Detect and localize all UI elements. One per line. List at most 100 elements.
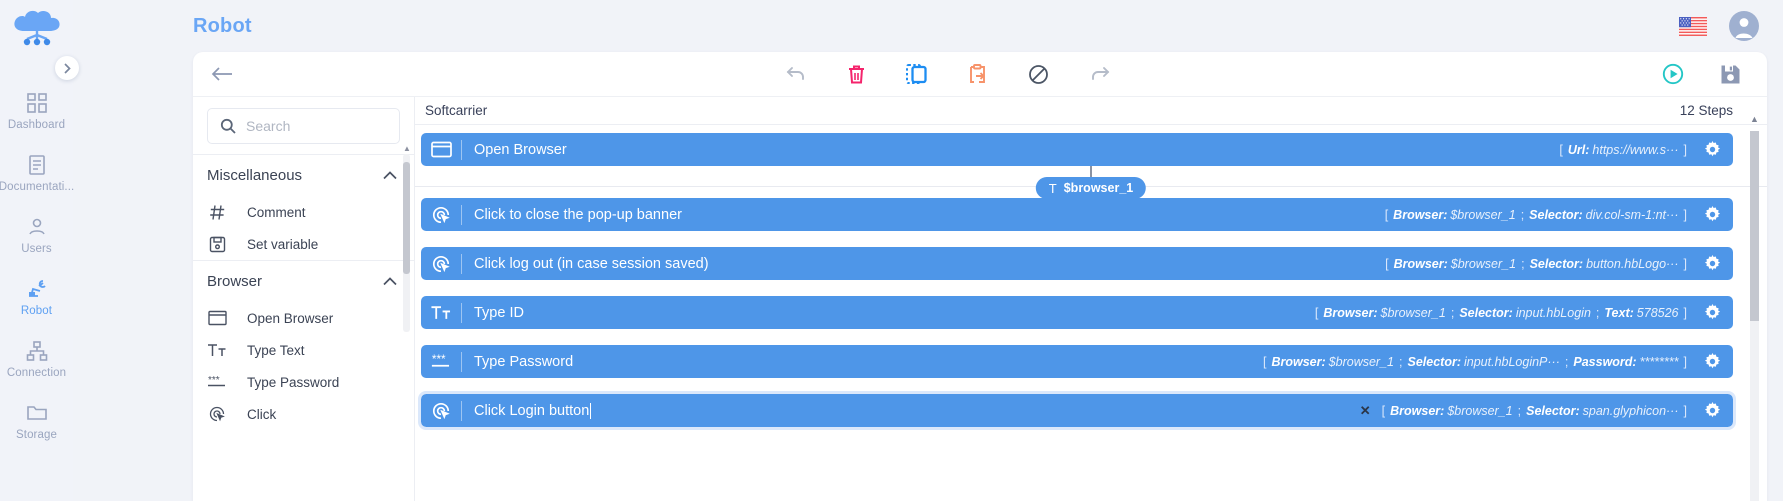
step-row: Type ID [ Browser: $browser_1 ; Selector… bbox=[415, 296, 1767, 329]
step-settings-gear-icon[interactable] bbox=[1699, 402, 1725, 419]
svg-text:***: *** bbox=[432, 354, 446, 366]
save-button[interactable] bbox=[1720, 64, 1741, 85]
main-column: Robot Search Miscellaneous Comment Set v… bbox=[73, 0, 1783, 501]
top-header: Robot bbox=[73, 0, 1783, 52]
delete-button[interactable] bbox=[847, 64, 866, 85]
type-password-icon: *** bbox=[207, 375, 227, 389]
robot-editor-card: Miscellaneous Comment bbox=[193, 52, 1767, 501]
palette-group-title: Browser bbox=[207, 273, 263, 290]
sidebar-item-label: Dashboard bbox=[7, 118, 66, 131]
user-avatar-icon bbox=[1735, 18, 1753, 38]
meta-bracket-open: [ bbox=[1381, 403, 1386, 418]
meta-separator: ; bbox=[1564, 354, 1569, 369]
variable-badge[interactable]: T $browser_1 bbox=[1035, 177, 1147, 199]
click-target-icon bbox=[421, 401, 461, 421]
step-settings-gear-icon[interactable] bbox=[1699, 353, 1725, 370]
sidebar-expand-button[interactable] bbox=[55, 56, 79, 80]
step-settings-gear-icon[interactable] bbox=[1699, 141, 1725, 158]
hash-icon bbox=[207, 204, 227, 221]
meta-bracket-open: [ bbox=[1559, 142, 1563, 157]
redo-button[interactable] bbox=[1089, 65, 1111, 83]
meta-bracket-open: [ bbox=[1314, 305, 1319, 320]
sidebar-nav: Dashboard Documentati... Users Robot Con… bbox=[0, 0, 79, 501]
us-flag-icon[interactable] bbox=[1679, 16, 1707, 36]
meta-key: Selector: bbox=[1529, 256, 1584, 271]
step-click-close-banner[interactable]: Click to close the pop-up banner [ Brows… bbox=[421, 198, 1733, 231]
canvas-scrollbar-thumb[interactable] bbox=[1750, 131, 1759, 321]
scroll-up-arrow-icon[interactable]: ▲ bbox=[403, 144, 411, 153]
step-type-id[interactable]: Type ID [ Browser: $browser_1 ; Selector… bbox=[421, 296, 1733, 329]
steps-count: 12 Steps bbox=[1679, 103, 1733, 118]
step-label: Type Password bbox=[474, 353, 574, 370]
paste-button[interactable] bbox=[967, 63, 988, 85]
meta-bracket-close: ] bbox=[1683, 354, 1687, 369]
meta-key: Selector: bbox=[1459, 305, 1513, 320]
meta-key: Browser: bbox=[1271, 354, 1326, 369]
meta-value: 578526 bbox=[1636, 305, 1679, 320]
sidebar-item-users[interactable]: Users bbox=[0, 204, 73, 266]
copy-button[interactable] bbox=[905, 63, 927, 85]
palette-item-comment[interactable]: Comment bbox=[193, 196, 414, 228]
step-settings-gear-icon[interactable] bbox=[1699, 206, 1725, 223]
scroll-up-arrow-icon[interactable]: ▲ bbox=[1750, 114, 1759, 124]
toolbar-right-actions bbox=[1662, 63, 1741, 85]
sidebar-item-label: Robot bbox=[20, 304, 53, 317]
search-icon bbox=[220, 118, 236, 134]
meta-value: div.col-sm-1:nt··· bbox=[1585, 207, 1679, 222]
step-meta: [ Browser: $browser_1 ; Selector: input.… bbox=[1261, 355, 1699, 369]
step-marker-icon: ✕ bbox=[1359, 402, 1371, 418]
search-input[interactable] bbox=[246, 118, 387, 134]
palette-item-type-text[interactable]: Type Text bbox=[193, 334, 414, 366]
sidebar-item-robot[interactable]: Robot bbox=[0, 266, 73, 328]
variable-type-icon: T bbox=[1048, 180, 1057, 196]
browser-window-icon bbox=[421, 141, 461, 158]
step-click-log-out[interactable]: Click log out (in case session saved) [ … bbox=[421, 247, 1733, 280]
palette-item-type-password[interactable]: *** Type Password bbox=[193, 366, 414, 398]
palette-item-open-browser[interactable]: Open Browser bbox=[193, 302, 414, 334]
type-password-icon: *** bbox=[421, 354, 461, 369]
step-label-editing[interactable]: Click Login button bbox=[462, 402, 592, 419]
run-button[interactable] bbox=[1662, 63, 1684, 85]
document-icon bbox=[26, 154, 48, 176]
step-label: Type ID bbox=[474, 304, 524, 321]
browser-window-icon bbox=[207, 310, 227, 326]
sidebar-item-dashboard[interactable]: Dashboard bbox=[0, 80, 73, 142]
sitemap-icon bbox=[26, 340, 48, 362]
disable-button[interactable] bbox=[1028, 64, 1049, 85]
step-settings-gear-icon[interactable] bbox=[1699, 304, 1725, 321]
meta-separator: ; bbox=[1450, 305, 1455, 320]
palette-group-miscellaneous[interactable]: Miscellaneous bbox=[193, 154, 414, 196]
step-settings-gear-icon[interactable] bbox=[1699, 255, 1725, 272]
canvas-scrollbar[interactable]: ▲ bbox=[1750, 114, 1759, 501]
meta-bracket-close: ] bbox=[1683, 305, 1687, 320]
palette-scrollbar[interactable]: ▲ bbox=[403, 144, 411, 332]
toolbar-actions bbox=[233, 63, 1662, 85]
meta-key: Selector: bbox=[1526, 403, 1580, 418]
palette-item-set-variable[interactable]: Set variable bbox=[193, 228, 414, 260]
back-arrow-icon[interactable] bbox=[211, 66, 233, 82]
undo-button[interactable] bbox=[785, 65, 807, 83]
action-palette: Miscellaneous Comment bbox=[193, 97, 415, 501]
meta-value: $browser_1 bbox=[1380, 305, 1446, 320]
palette-item-click[interactable]: Click bbox=[193, 398, 414, 430]
cloud-robot-logo[interactable] bbox=[9, 8, 65, 54]
step-meta: ✕ [ Browser: $browser_1 ; Selector: span… bbox=[1360, 403, 1699, 419]
avatar[interactable] bbox=[1729, 11, 1759, 41]
sidebar-item-documentation[interactable]: Documentati... bbox=[0, 142, 74, 204]
step-open-browser[interactable]: Open Browser [ Url: https://www.s··· ] bbox=[421, 133, 1733, 166]
step-click-login-button[interactable]: Click Login button ✕ [ Browser: $browser… bbox=[418, 391, 1736, 430]
step-meta: [ Browser: $browser_1 ; Selector: button… bbox=[1383, 257, 1699, 271]
sidebar-item-storage[interactable]: Storage bbox=[0, 390, 73, 452]
meta-value: $browser_1 bbox=[1447, 403, 1513, 418]
type-text-icon bbox=[207, 342, 227, 358]
step-type-password[interactable]: *** Type Password [ Browser: $browser_1 … bbox=[421, 345, 1733, 378]
step-label: Open Browser bbox=[474, 141, 567, 158]
search-box[interactable] bbox=[207, 108, 400, 144]
palette-scrollbar-thumb[interactable] bbox=[403, 162, 410, 274]
save-variable-icon bbox=[207, 236, 227, 253]
canvas-header: Softcarrier 12 Steps bbox=[415, 97, 1767, 125]
variable-name: $browser_1 bbox=[1063, 181, 1134, 195]
sidebar-item-label: Storage bbox=[16, 428, 57, 441]
sidebar-item-connection[interactable]: Connection bbox=[0, 328, 73, 390]
palette-group-browser[interactable]: Browser bbox=[193, 260, 414, 302]
